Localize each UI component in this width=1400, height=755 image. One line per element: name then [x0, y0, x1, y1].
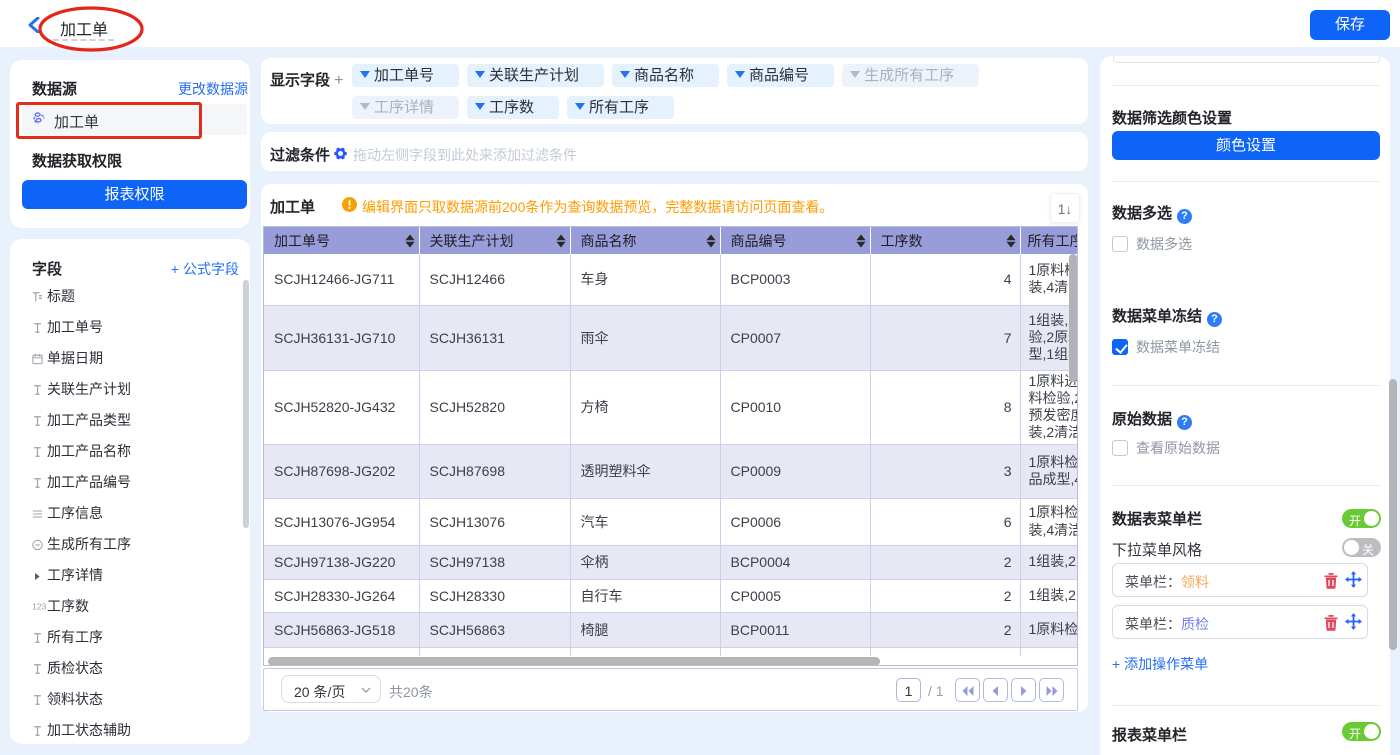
svg-text:123: 123 — [32, 601, 46, 611]
